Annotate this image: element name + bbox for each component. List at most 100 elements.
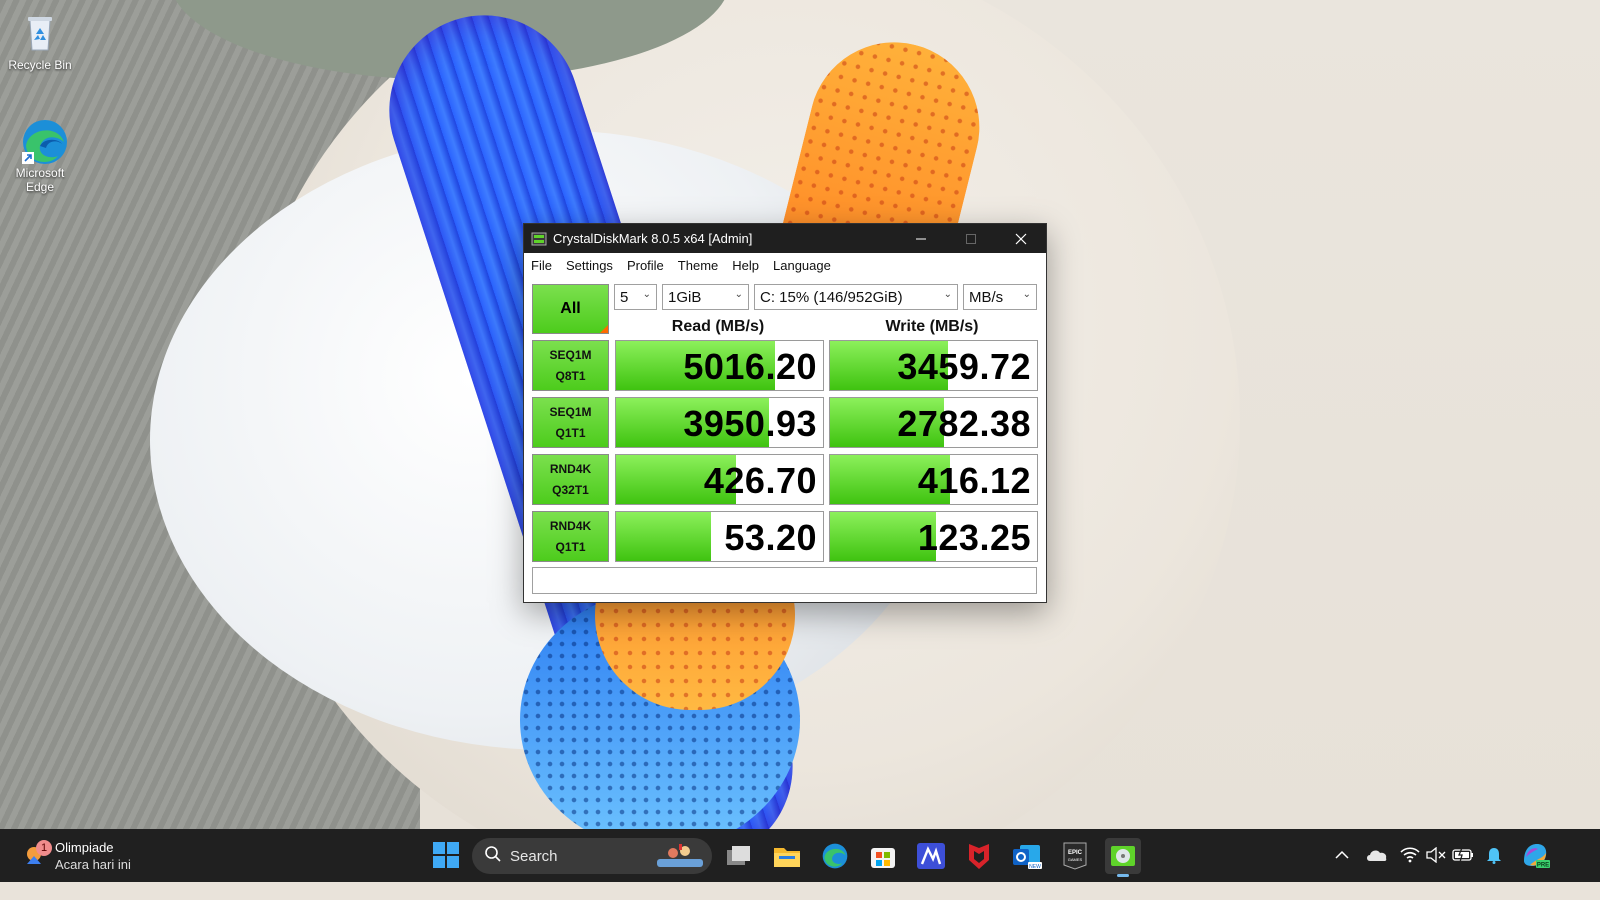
maximize-button [946, 224, 996, 253]
comment-input[interactable] [532, 567, 1037, 594]
notifications-bell-icon[interactable] [1482, 843, 1506, 867]
result-value: 53.20 [724, 517, 817, 558]
result-value: 123.25 [917, 517, 1031, 558]
windows-logo-icon [433, 842, 459, 868]
result-value: 2782.38 [897, 403, 1031, 444]
crystaldiskmark-taskbar-button[interactable] [1105, 838, 1141, 877]
recycle-bin-icon [18, 10, 62, 54]
outlook-icon: NEW [1013, 845, 1042, 870]
menu-theme[interactable]: Theme [678, 258, 718, 273]
menu-file[interactable]: File [531, 258, 552, 273]
store-icon [871, 848, 895, 868]
test-name: RND4K [549, 462, 592, 476]
notification-badge: 1 [36, 840, 52, 856]
test-name: SEQ1M [549, 348, 592, 362]
microsoft-store-button[interactable] [865, 838, 901, 874]
search-icon [484, 845, 502, 867]
result-read-seq1m-q8t1: 5016.20 [615, 340, 824, 391]
task-view-icon [727, 846, 750, 865]
result-write-seq1m-q8t1: 3459.72 [829, 340, 1038, 391]
menu-bar: File Settings Profile Theme Help Languag… [524, 253, 1046, 277]
test-count-select[interactable]: 5 ⌄ [614, 284, 657, 310]
test-count-value: 5 [620, 288, 629, 306]
test-size-select[interactable]: 1GiB ⌄ [662, 284, 749, 310]
chevron-down-icon: ⌄ [943, 289, 952, 300]
copilot-icon[interactable]: PRE [1520, 840, 1550, 870]
test-button-rnd4k-q32t1[interactable]: RND4K Q32T1 [532, 454, 609, 505]
show-hidden-icons-button[interactable] [1330, 843, 1354, 867]
result-write-seq1m-q1t1: 2782.38 [829, 397, 1038, 448]
crystaldiskmark-icon [531, 231, 547, 247]
test-name: RND4K [549, 519, 592, 533]
widget-subtitle: Acara hari ini [55, 857, 131, 872]
crystaldiskmark-icon [1111, 846, 1135, 866]
file-explorer-button[interactable] [769, 838, 805, 874]
test-queue: Q1T1 [555, 426, 586, 440]
start-button[interactable] [432, 841, 460, 869]
result-bar [616, 512, 712, 561]
result-read-rnd4k-q1t1: 53.20 [615, 511, 824, 562]
wifi-icon[interactable] [1398, 843, 1422, 867]
test-name: SEQ1M [549, 405, 592, 419]
test-button-rnd4k-q1t1[interactable]: RND4K Q1T1 [532, 511, 609, 562]
app-m-icon [917, 843, 945, 869]
svg-text:EPIC: EPIC [1068, 850, 1083, 856]
unit-value: MB/s [969, 288, 1004, 306]
menu-language[interactable]: Language [773, 258, 831, 273]
volume-muted-icon[interactable] [1424, 843, 1448, 867]
desktop-icon-recycle-bin[interactable]: Recycle Bin [0, 10, 80, 72]
desktop-icon-label: Recycle Bin [8, 58, 72, 72]
chevron-down-icon: ⌄ [734, 289, 743, 300]
mcafee-shield-icon [969, 844, 989, 869]
app-m-button[interactable] [913, 838, 949, 874]
all-button[interactable]: All [532, 284, 609, 334]
menu-profile[interactable]: Profile [627, 258, 664, 273]
window-title: CrystalDiskMark 8.0.5 x64 [Admin] [553, 231, 753, 246]
widgets-button[interactable]: 1 Olimpiade Acara hari ini [22, 838, 131, 874]
weather-widget-icon: 1 [22, 840, 52, 868]
svg-text:PRE: PRE [1537, 863, 1549, 869]
chevron-down-icon: ⌄ [642, 289, 651, 300]
result-write-rnd4k-q32t1: 416.12 [829, 454, 1038, 505]
taskbar: 1 Olimpiade Acara hari ini Search NEW EP… [0, 829, 1600, 882]
test-queue: Q8T1 [555, 369, 586, 383]
result-write-rnd4k-q1t1: 123.25 [829, 511, 1038, 562]
edge-icon [18, 118, 67, 164]
desktop-icon-edge[interactable]: Microsoft Edge [0, 118, 80, 194]
test-queue: Q32T1 [552, 483, 589, 497]
test-queue: Q1T1 [555, 540, 586, 554]
task-view-button[interactable] [721, 838, 757, 874]
svg-text:GAMES: GAMES [1068, 857, 1083, 862]
onedrive-icon[interactable] [1365, 843, 1389, 867]
edge-taskbar-button[interactable] [817, 838, 853, 874]
result-value: 426.70 [703, 460, 817, 501]
result-value: 3950.93 [683, 403, 817, 444]
result-value: 5016.20 [683, 346, 817, 387]
epic-games-button[interactable]: EPIC GAMES [1057, 838, 1093, 874]
test-button-seq1m-q1t1[interactable]: SEQ1M Q1T1 [532, 397, 609, 448]
result-value: 3459.72 [897, 346, 1031, 387]
all-button-label: All [560, 300, 581, 317]
menu-help[interactable]: Help [732, 258, 759, 273]
search-highlight-icon [655, 841, 705, 871]
chevron-up-icon [1335, 850, 1349, 859]
menu-settings[interactable]: Settings [566, 258, 613, 273]
read-column-header: Read (MB/s) [671, 318, 765, 335]
result-read-seq1m-q1t1: 3950.93 [615, 397, 824, 448]
mcafee-button[interactable] [961, 838, 997, 874]
active-indicator [1117, 874, 1129, 877]
outlook-new-button[interactable]: NEW [1009, 838, 1045, 874]
drive-select[interactable]: C: 15% (146/952GiB) ⌄ [754, 284, 958, 310]
title-bar[interactable]: CrystalDiskMark 8.0.5 x64 [Admin] [524, 224, 1046, 253]
drive-value: C: 15% (146/952GiB) [760, 288, 903, 306]
svg-text:NEW: NEW [1029, 864, 1041, 870]
minimize-button[interactable] [896, 224, 946, 253]
battery-charging-icon[interactable] [1451, 843, 1475, 867]
unit-select[interactable]: MB/s ⌄ [963, 284, 1037, 310]
close-button[interactable] [996, 224, 1046, 253]
write-column-header: Write (MB/s) [885, 318, 979, 335]
result-read-rnd4k-q32t1: 426.70 [615, 454, 824, 505]
test-button-seq1m-q8t1[interactable]: SEQ1M Q8T1 [532, 340, 609, 391]
epic-games-icon: EPICGAMES [1063, 842, 1087, 870]
crystaldiskmark-window: CrystalDiskMark 8.0.5 x64 [Admin] File S… [523, 223, 1047, 603]
